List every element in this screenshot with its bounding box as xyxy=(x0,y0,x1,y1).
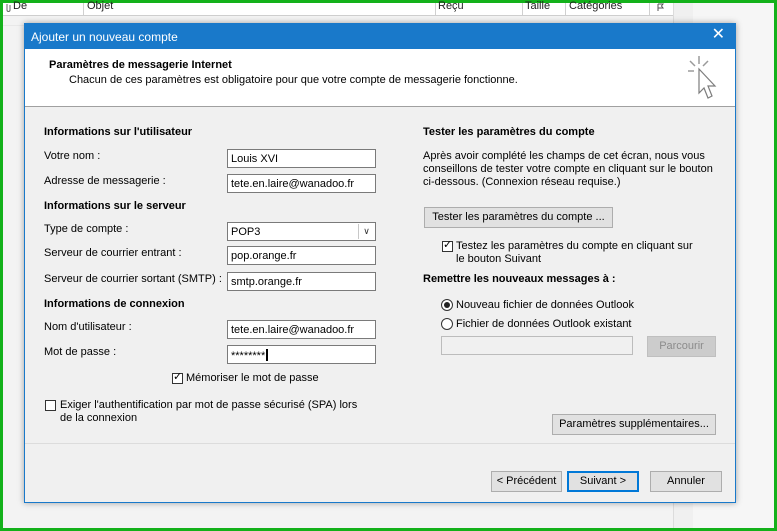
outgoing-server-field[interactable]: smtp.orange.fr xyxy=(227,272,376,291)
column-subject[interactable]: Objet xyxy=(87,0,113,12)
name-field[interactable]: Louis XVI xyxy=(227,149,376,168)
check-icon: ✓ xyxy=(173,371,183,383)
spa-label-line1[interactable]: Exiger l'authentification par mot de pas… xyxy=(60,399,357,411)
name-label: Votre nom : xyxy=(44,150,101,162)
column-received[interactable]: Reçu xyxy=(438,0,464,12)
test-desc-line3: ci-dessous. (Connexion réseau requise.) xyxy=(423,176,621,188)
spa-label-line2[interactable]: de la connexion xyxy=(60,412,137,424)
test-account-button[interactable]: Tester les paramètres du compte ... xyxy=(424,207,613,228)
password-mask: ******** xyxy=(231,350,266,362)
paperclip-icon xyxy=(6,4,11,12)
test-desc-line1: Après avoir complété les champs de cet é… xyxy=(423,150,705,162)
column-from[interactable]: De xyxy=(13,0,27,12)
more-settings-button[interactable]: Paramètres supplémentaires... xyxy=(552,414,716,435)
column-separator xyxy=(522,3,523,15)
email-label: Adresse de messagerie : xyxy=(44,175,166,187)
dialog-titlebar: Ajouter un nouveau compte ✕ xyxy=(25,24,735,49)
add-account-dialog: Ajouter un nouveau compte ✕ Paramètres d… xyxy=(24,23,736,503)
remember-password-checkbox[interactable]: ✓ xyxy=(172,371,183,384)
incoming-server-field[interactable]: pop.orange.fr xyxy=(227,246,376,265)
cancel-button[interactable]: Annuler xyxy=(650,471,722,492)
column-separator xyxy=(435,3,436,15)
flag-icon[interactable] xyxy=(656,3,665,12)
new-data-file-radio[interactable] xyxy=(441,299,453,311)
next-button[interactable]: Suivant > xyxy=(567,471,639,492)
header-title: Paramètres de messagerie Internet xyxy=(49,59,232,71)
new-data-file-label[interactable]: Nouveau fichier de données Outlook xyxy=(456,299,634,311)
auto-test-checkbox[interactable]: ✓ xyxy=(442,239,453,252)
username-field[interactable]: tete.en.laire@wanadoo.fr xyxy=(227,320,376,339)
account-type-label: Type de compte : xyxy=(44,223,129,235)
chevron-down-icon[interactable]: ∨ xyxy=(358,224,374,239)
existing-data-file-radio[interactable] xyxy=(441,318,453,330)
close-icon[interactable]: ✕ xyxy=(712,27,725,43)
header-subtitle: Chacun de ces paramètres est obligatoire… xyxy=(69,74,518,86)
footer-divider xyxy=(25,443,735,444)
column-separator xyxy=(565,3,566,15)
email-field[interactable]: tete.en.laire@wanadoo.fr xyxy=(227,174,376,193)
spa-checkbox[interactable] xyxy=(45,400,56,411)
outgoing-server-label: Serveur de courrier sortant (SMTP) : xyxy=(44,273,222,285)
cursor-sparkle-icon xyxy=(688,56,717,99)
dialog-header: Paramètres de messagerie Internet Chacun… xyxy=(25,49,735,107)
check-icon: ✓ xyxy=(443,239,453,251)
column-separator xyxy=(83,3,84,15)
data-file-path-field[interactable] xyxy=(441,336,633,355)
column-categories[interactable]: Catégories xyxy=(569,0,622,12)
column-separator xyxy=(649,3,650,15)
back-button[interactable]: < Précédent xyxy=(491,471,562,492)
server-info-heading: Informations sur le serveur xyxy=(44,200,186,212)
incoming-server-label: Serveur de courrier entrant : xyxy=(44,247,182,259)
text-caret xyxy=(266,349,269,361)
remember-password-label[interactable]: Mémoriser le mot de passe xyxy=(186,372,319,384)
message-list-header: De Objet Reçu Taille Catégories xyxy=(3,0,673,16)
dialog-title: Ajouter un nouveau compte xyxy=(31,30,178,44)
radio-selected-dot xyxy=(444,302,450,308)
test-settings-heading: Tester les paramètres du compte xyxy=(423,126,595,138)
deliver-heading: Remettre les nouveaux messages à : xyxy=(423,273,616,285)
browse-button[interactable]: Parcourir xyxy=(647,336,716,357)
password-label: Mot de passe : xyxy=(44,346,117,358)
auto-test-label-line1[interactable]: Testez les paramètres du compte en cliqu… xyxy=(456,240,693,252)
auto-test-label-line2[interactable]: le bouton Suivant xyxy=(456,253,541,265)
existing-data-file-label[interactable]: Fichier de données Outlook existant xyxy=(456,318,632,330)
user-info-heading: Informations sur l'utilisateur xyxy=(44,126,193,138)
account-type-value: POP3 xyxy=(231,226,261,238)
password-field[interactable]: ******** xyxy=(227,345,376,364)
column-size[interactable]: Taille xyxy=(525,0,550,12)
account-type-select[interactable]: POP3 ∨ xyxy=(227,222,376,241)
username-label: Nom d'utilisateur : xyxy=(44,321,132,333)
login-info-heading: Informations de connexion xyxy=(44,298,185,310)
test-desc-line2: conseillons de tester votre compte en cl… xyxy=(423,163,713,175)
